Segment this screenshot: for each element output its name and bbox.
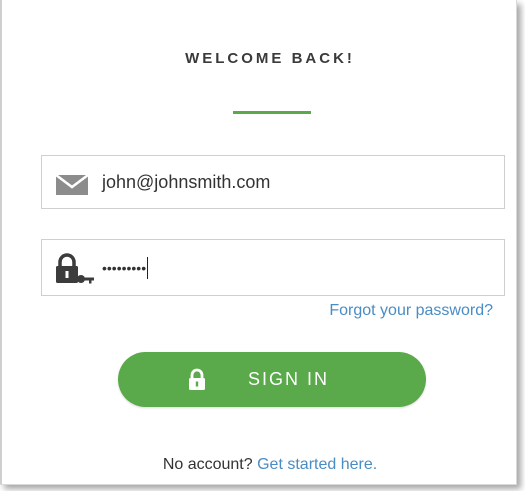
password-mask: •••••••••	[102, 259, 147, 276]
card-left-border	[0, 0, 2, 484]
lock-icon	[188, 368, 206, 390]
envelope-icon	[54, 168, 98, 200]
signup-prompt-text: No account?	[162, 456, 253, 473]
signup-prompt: No account? Get started here.	[0, 456, 525, 474]
page-title: WELCOME BACK!	[185, 50, 355, 67]
email-field[interactable]: john@johnsmith.com	[41, 155, 505, 209]
get-started-link[interactable]: Get started here.	[257, 456, 377, 473]
title-divider	[233, 111, 311, 114]
forgot-password-link[interactable]: Forgot your password?	[329, 302, 493, 320]
text-caret	[147, 256, 149, 279]
password-value: •••••••••	[102, 240, 149, 295]
sign-in-button[interactable]: SIGN IN	[118, 352, 426, 407]
login-card: WELCOME BACK! john@johnsmith.com •••••••…	[0, 0, 517, 485]
email-value: john@johnsmith.com	[102, 171, 271, 192]
sign-in-label: SIGN IN	[248, 369, 330, 389]
password-field[interactable]: •••••••••	[41, 239, 505, 296]
lock-key-icon	[54, 252, 98, 284]
